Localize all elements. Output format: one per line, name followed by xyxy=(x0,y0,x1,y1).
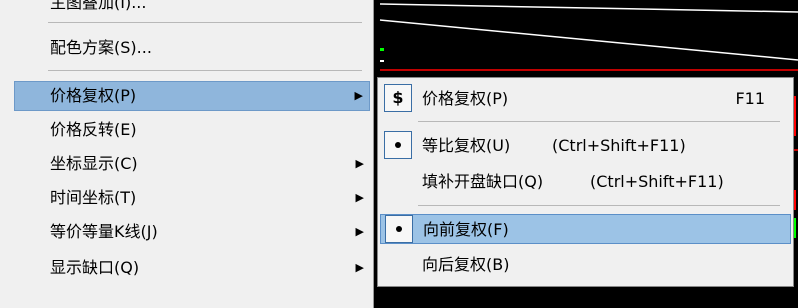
context-menu: 主图叠加(I)... 配色方案(S)... 价格复权(P) ▶ 价格反转(E) … xyxy=(0,0,374,308)
submenu-item-shortcut: F11 xyxy=(735,89,765,108)
submenu-item-forward-adjust[interactable]: 向前复权(F) xyxy=(380,214,791,244)
menu-item-label: 显示缺口(Q) xyxy=(50,258,140,277)
submenu-item-label: 填补开盘缺口(Q) xyxy=(422,172,544,191)
submenu-item-label: 向后复权(B) xyxy=(422,255,510,274)
menu-item-label: 等价等量K线(J) xyxy=(50,222,158,241)
check-dot-icon xyxy=(384,131,412,159)
menu-item-label: 价格反转(E) xyxy=(50,120,137,139)
submenu-item-backward-adjust[interactable]: 向后复权(B) xyxy=(380,250,791,280)
menu-item-price-adjust[interactable]: 价格复权(P) ▶ xyxy=(14,81,370,111)
menu-item-equivolume-kline[interactable]: 等价等量K线(J) ▶ xyxy=(14,217,370,247)
menu-separator xyxy=(418,205,780,206)
menu-item-time-axis[interactable]: 时间坐标(T) ▶ xyxy=(14,183,370,213)
candle-mark xyxy=(380,60,384,62)
submenu-arrow-icon: ▶ xyxy=(355,157,364,170)
submenu-item-shortcut: (Ctrl+Shift+F11) xyxy=(590,172,724,191)
menu-item-axis-display[interactable]: 坐标显示(C) ▶ xyxy=(14,149,370,179)
price-line xyxy=(379,19,798,61)
submenu-item-label: 向前复权(F) xyxy=(423,220,509,239)
menu-item-color-scheme[interactable]: 配色方案(S)... xyxy=(14,33,370,63)
submenu-item-label: 价格复权(P) xyxy=(422,89,509,108)
menu-separator xyxy=(48,22,362,23)
menu-item-show-gap[interactable]: 显示缺口(Q) ▶ xyxy=(14,253,370,283)
submenu-arrow-icon: ▶ xyxy=(355,261,364,274)
menu-item-label: 配色方案(S)... xyxy=(50,38,152,57)
menu-item-label: 主图叠加(I)... xyxy=(50,0,147,12)
submenu-item-shortcut: (Ctrl+Shift+F11) xyxy=(552,136,686,155)
submenu-item-fill-open-gap[interactable]: 填补开盘缺口(Q) (Ctrl+Shift+F11) xyxy=(380,167,791,197)
dollar-icon: $ xyxy=(384,84,412,112)
menu-item-main-overlay[interactable]: 主图叠加(I)... xyxy=(14,0,370,18)
menu-item-label: 坐标显示(C) xyxy=(50,154,138,173)
menu-separator xyxy=(418,121,780,122)
submenu-item-price-adjust[interactable]: $ 价格复权(P) F11 xyxy=(380,84,791,114)
candle-mark xyxy=(380,48,384,51)
submenu-arrow-icon: ▶ xyxy=(355,225,364,238)
submenu-arrow-icon: ▶ xyxy=(354,89,363,102)
price-line xyxy=(379,3,798,13)
check-dot-icon xyxy=(385,215,413,243)
menu-item-label: 时间坐标(T) xyxy=(50,188,137,207)
submenu-item-label: 等比复权(U) xyxy=(422,136,511,155)
price-adjust-submenu: $ 价格复权(P) F11 等比复权(U) (Ctrl+Shift+F11) 填… xyxy=(377,77,794,287)
menu-item-label: 价格复权(P) xyxy=(50,86,137,105)
submenu-arrow-icon: ▶ xyxy=(355,191,364,204)
menu-item-price-reverse[interactable]: 价格反转(E) xyxy=(14,115,370,145)
submenu-item-ratio-adjust[interactable]: 等比复权(U) (Ctrl+Shift+F11) xyxy=(380,131,791,161)
menu-separator xyxy=(48,70,362,71)
